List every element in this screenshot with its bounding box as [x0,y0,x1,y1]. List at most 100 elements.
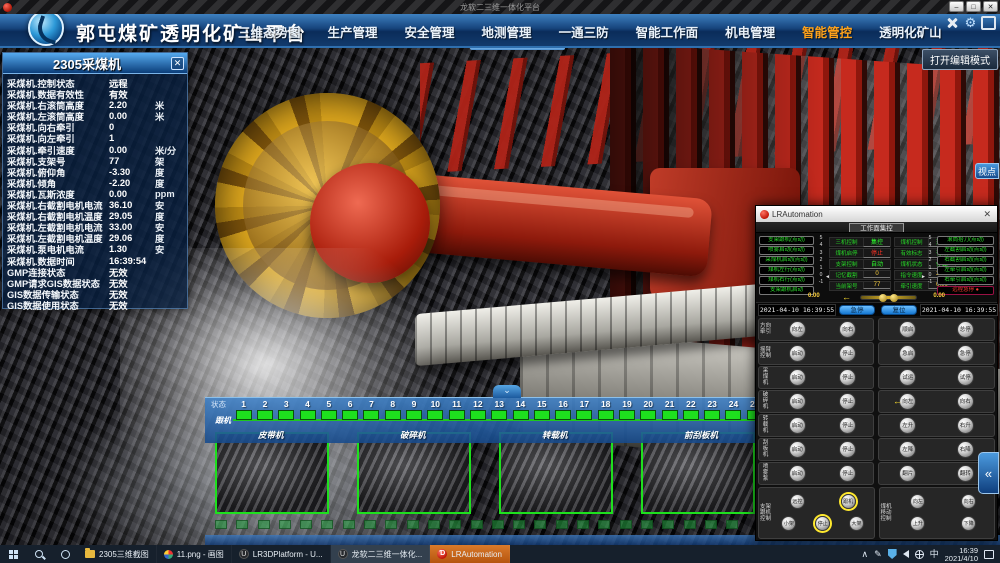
jog-button-right-4[interactable]: 左牵引启动(点动) [937,266,994,275]
jog-button-left-1[interactable]: 支架跟机(点动) [759,236,814,245]
taskbar-app-4[interactable]: U龙软二三维一体化... [331,545,431,563]
indicator-square[interactable] [470,410,486,420]
nav-item-6[interactable]: 智能工作面 [636,22,699,41]
pen-icon[interactable]: ✎ [874,545,882,563]
round-button[interactable]: 停止 [815,516,830,531]
indicator-square[interactable] [257,410,273,420]
taskbar-app-3[interactable]: ULR3DPlatform - U... [232,545,331,563]
notification-center-icon[interactable] [984,550,994,559]
slider-track[interactable] [860,295,917,300]
close-icon[interactable]: ✕ [171,57,184,70]
round-button[interactable]: 向右 [839,321,856,338]
round-button[interactable]: 大架 [849,516,864,531]
indicator-square[interactable] [278,410,294,420]
round-button[interactable]: 启动 [789,465,806,482]
round-button[interactable]: 启动 [789,345,806,362]
round-button[interactable]: 翻转 [957,465,974,482]
settings-gear-icon[interactable]: ⚙ [963,16,978,30]
nav-item-1[interactable]: 三维态势图 [238,22,301,41]
round-button[interactable]: 小架 [781,516,796,531]
round-button[interactable]: 启动 [789,441,806,458]
jog-button-right-2[interactable]: 左截割启动(点动) [937,246,994,255]
round-button[interactable]: 左升 [899,417,916,434]
round-button[interactable]: 向左 [910,494,925,509]
indicator-square[interactable] [385,410,401,420]
tools-wrench-icon[interactable] [945,16,960,30]
nav-item-4[interactable]: 地测管理 [482,22,532,41]
indicator-square[interactable] [619,410,635,420]
os-titlebar[interactable]: 龙软二三维一体化平台 – □ ✕ [0,0,1000,14]
viewpoint-tab[interactable]: 视点 [975,163,999,179]
round-button[interactable]: 启动 [789,417,806,434]
camera-thumbnail-1[interactable] [215,432,329,514]
indicator-square[interactable] [683,410,699,420]
cortana-button[interactable] [52,545,78,563]
position-slider[interactable]: 0.00 ← 0.00 [816,291,935,303]
round-button[interactable]: 急停 [957,345,974,362]
round-button[interactable]: 翻片 [899,465,916,482]
round-button[interactable]: 跟机 [841,494,856,509]
indicator-square[interactable] [342,410,358,420]
round-button[interactable]: 总停 [957,321,974,338]
nav-item-3[interactable]: 安全管理 [405,22,455,41]
tab-workface-control[interactable]: 工作面集控 [849,223,904,232]
round-button[interactable]: 停止 [839,465,856,482]
taskbar-app-5[interactable]: ƊLRAutomation [430,545,510,563]
tray-expand-chevron-icon[interactable]: ∧ [861,545,868,563]
round-button[interactable]: 启动 [789,369,806,386]
round-button[interactable]: 右升 [957,417,974,434]
indicator-square[interactable] [640,410,656,420]
jog-button-left-3[interactable]: 采煤机启动(点动) [759,256,814,265]
round-button[interactable]: 启动 [789,393,806,410]
indicator-square[interactable] [427,410,443,420]
speaker-icon[interactable] [903,550,909,558]
indicator-square[interactable] [236,410,252,420]
nav-item-8[interactable]: 智能管控 [802,22,852,41]
nav-item-5[interactable]: 一通三防 [559,22,609,41]
jog-button-right-3[interactable]: 右截割启动(点动) [937,256,994,265]
jog-button-left-5[interactable]: 煤机右行(点动) [759,276,814,285]
indicator-square[interactable] [513,410,529,420]
round-button[interactable]: 试停 [957,369,974,386]
indicator-square[interactable] [598,410,614,420]
indicator-square[interactable] [555,410,571,420]
round-button[interactable]: 向左 [789,321,806,338]
round-button[interactable]: 上升 [910,516,925,531]
taskbar-app-1[interactable]: 2305三维截图 [78,545,157,563]
indicator-square[interactable] [662,410,678,420]
ime-indicator[interactable]: 中 [930,545,939,563]
indicator-square[interactable] [363,410,379,420]
search-button[interactable] [26,545,52,563]
round-button[interactable]: 停止 [839,393,856,410]
panel-collapse-chevron-icon[interactable]: « [978,452,999,494]
round-button[interactable]: 停止 [839,345,856,362]
indicator-square[interactable] [576,410,592,420]
slider-knob-left[interactable] [879,294,887,302]
round-button[interactable]: 远控 [790,494,805,509]
reset-button[interactable]: 复位 [881,305,917,315]
indicator-square[interactable] [300,410,316,420]
jog-button-left-2[interactable]: 喷雾启动(点动) [759,246,814,255]
jog-button-right-5[interactable]: 右牵引启动(点动) [937,276,994,285]
maximize-button[interactable]: □ [966,1,981,12]
indicator-square[interactable] [725,410,741,420]
round-button[interactable]: 顺启 [899,321,916,338]
indicator-square[interactable] [406,410,422,420]
round-button[interactable]: 下降 [961,516,976,531]
remote-estop-button[interactable]: 远程急停 ● [937,286,994,295]
camera-thumbnail-3[interactable] [499,432,613,514]
clock[interactable]: 16:39 2021/4/10 [945,546,978,563]
camera-thumbnail-2[interactable] [357,432,471,514]
camera-bar-collapse-chevron-icon[interactable]: ⌄ [493,385,521,398]
nav-item-9[interactable]: 透明化矿山 [879,22,942,41]
nav-item-7[interactable]: 机电管理 [725,22,775,41]
round-button[interactable]: 急启 [899,345,916,362]
close-icon[interactable]: ✕ [981,209,993,220]
network-globe-icon[interactable] [915,550,924,559]
indicator-square[interactable] [704,410,720,420]
jog-button-left-6[interactable]: 支架跟机启动 [759,286,814,295]
jog-button-left-4[interactable]: 煤机左行(点动) [759,266,814,275]
minimize-button[interactable]: – [949,1,964,12]
round-button[interactable]: 停止 [839,369,856,386]
round-button[interactable]: 右降 [957,441,974,458]
